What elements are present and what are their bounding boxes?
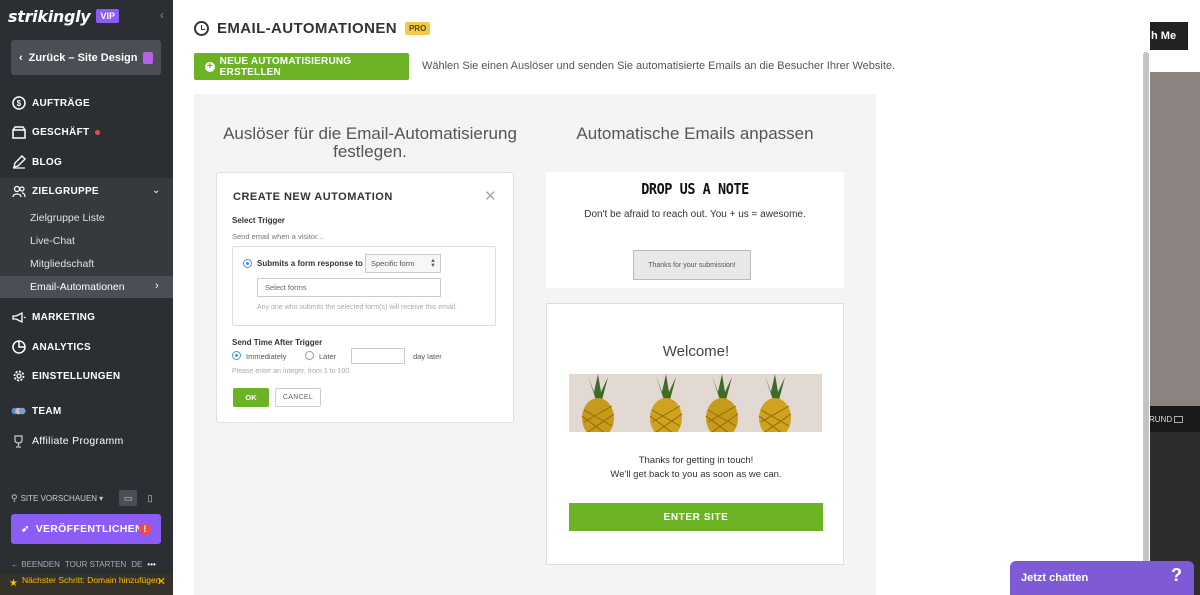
new-automation-button[interactable]: + NEUE AUTOMATISIERUNG ERSTELLEN bbox=[194, 53, 409, 80]
help-icon: ? bbox=[1171, 565, 1182, 585]
select-arrows-icon: ▲ ▼ bbox=[430, 258, 436, 269]
sidebar-item-zielgruppe[interactable]: ZIELGRUPPE bbox=[0, 183, 173, 199]
send-time-label: Send Time After Trigger bbox=[232, 338, 323, 347]
next-step-banner[interactable]: ★ Nächster Schritt: Domain hinzufügen ✕ bbox=[0, 574, 173, 595]
sidebar-sub-email-automationen[interactable]: Email-Automationen bbox=[30, 281, 125, 293]
pro-badge: PRO bbox=[404, 22, 431, 35]
select-trigger-label: Select Trigger bbox=[232, 216, 285, 225]
welcome-email-preview[interactable]: Welcome! Thanks for getting in touch! We… bbox=[546, 303, 844, 565]
search-icon: ⚲ bbox=[11, 492, 18, 503]
page-header: EMAIL-AUTOMATIONEN PRO bbox=[194, 20, 431, 37]
create-automation-card: CREATE NEW AUTOMATION ✕ Select Trigger S… bbox=[216, 172, 514, 423]
plus-icon: + bbox=[205, 60, 215, 72]
tour-link[interactable]: TOUR STARTEN bbox=[65, 560, 126, 569]
bottom-links: ← BEENDEN TOUR STARTEN DE ••• bbox=[11, 560, 156, 569]
send-when-label: Send email when a visitor... bbox=[232, 232, 324, 241]
days-input[interactable] bbox=[351, 348, 405, 364]
clock-icon bbox=[194, 21, 209, 36]
sidebar-item-geschaeft[interactable]: GESCHÄFT bbox=[0, 124, 173, 140]
store-icon bbox=[11, 125, 26, 140]
sidebar: strikingly VIP ‹ ‹ Zurück – Site Design … bbox=[0, 0, 173, 595]
enter-site-button: ENTER SITE bbox=[569, 503, 823, 531]
more-icon[interactable]: ••• bbox=[147, 560, 155, 569]
chevron-down-icon[interactable]: ⌄ bbox=[152, 185, 160, 196]
background-strip: RUND bbox=[1145, 406, 1200, 432]
note-button: Thanks for your submission! bbox=[633, 250, 751, 280]
welcome-message: Thanks for getting in touch! We'll get b… bbox=[610, 455, 782, 480]
close-icon[interactable]: ✕ bbox=[157, 577, 166, 588]
gear-icon bbox=[11, 369, 26, 384]
sidebar-sub-zielgruppe-liste[interactable]: Zielgruppe Liste bbox=[30, 212, 105, 224]
publish-button[interactable]: ➶ VERÖFFENTLICHEN ! bbox=[11, 514, 161, 544]
day-later-label: day later bbox=[413, 352, 442, 361]
submit-form-label: Submits a form response to bbox=[257, 259, 363, 268]
star-icon: ★ bbox=[9, 578, 18, 589]
sidebar-sub-mitgliedschaft[interactable]: Mitgliedschaft bbox=[30, 258, 94, 270]
later-label: Later bbox=[319, 352, 337, 361]
exit-link[interactable]: ← BEENDEN bbox=[11, 560, 60, 569]
sidebar-sub-live-chat[interactable]: Live-Chat bbox=[30, 235, 75, 247]
vip-badge: VIP bbox=[96, 9, 119, 23]
trigger-option-box: Submits a form response to Specific form… bbox=[232, 246, 496, 326]
chevron-left-icon: ‹ bbox=[19, 51, 23, 64]
rocket-icon: ➶ bbox=[21, 523, 30, 535]
dollar-circle-icon: $ bbox=[11, 96, 26, 111]
pie-chart-icon bbox=[11, 340, 26, 355]
language-link[interactable]: DE bbox=[131, 560, 142, 569]
megaphone-icon bbox=[11, 310, 26, 325]
sidebar-item-team[interactable]: TEAM bbox=[0, 403, 173, 419]
trigger-column-title: Auslöser für die Email-Automatisierung f… bbox=[223, 124, 517, 161]
mobile-icon[interactable]: ▯ bbox=[141, 490, 159, 506]
team-icon bbox=[11, 404, 26, 419]
scrollbar[interactable] bbox=[1143, 52, 1149, 572]
svg-text:$: $ bbox=[16, 99, 21, 108]
sidebar-item-marketing[interactable]: MARKETING bbox=[0, 309, 173, 325]
immediately-label: Immediately bbox=[246, 352, 287, 361]
sidebar-item-auftraege[interactable]: $ AUFTRÄGE bbox=[0, 95, 173, 111]
close-icon[interactable]: ✕ bbox=[484, 187, 497, 205]
pineapple-image bbox=[569, 374, 822, 432]
warning-icon: ! bbox=[139, 523, 151, 535]
later-radio[interactable] bbox=[305, 351, 314, 360]
welcome-title: Welcome! bbox=[662, 343, 730, 360]
design-icon bbox=[143, 51, 154, 64]
drop-note-email-preview[interactable]: DROP US A NOTE Don't be afraid to reach … bbox=[546, 172, 844, 288]
cancel-button[interactable]: CANCEL bbox=[275, 388, 321, 407]
back-to-site-design-button[interactable]: ‹ Zurück – Site Design bbox=[11, 40, 161, 75]
chat-widget[interactable]: Jetzt chatten ? bbox=[1010, 561, 1194, 595]
sidebar-item-analytics[interactable]: ANALYTICS bbox=[0, 339, 173, 355]
desktop-icon[interactable]: ▭ bbox=[119, 490, 138, 506]
back-label: Zurück – Site Design bbox=[28, 51, 138, 64]
background-touch-button[interactable]: h Me bbox=[1150, 22, 1188, 50]
immediately-radio[interactable] bbox=[232, 351, 241, 360]
page-description: Wählen Sie einen Auslöser und senden Sie… bbox=[422, 60, 896, 72]
page-title: EMAIL-AUTOMATIONEN bbox=[217, 20, 397, 37]
site-preview-row: ⚲ SITE VORSCHAUEN ▾ ▭ ▯ bbox=[11, 490, 161, 506]
sidebar-item-einstellungen[interactable]: EINSTELLUNGEN bbox=[0, 368, 173, 384]
emails-column-title: Automatische Emails anpassen bbox=[576, 124, 814, 143]
note-subtitle: Don't be afraid to reach out. You + us =… bbox=[584, 209, 806, 220]
caret-down-icon: ▾ bbox=[99, 493, 104, 503]
note-title: DROP US A NOTE bbox=[641, 180, 749, 198]
site-preview-dropdown[interactable]: SITE VORSCHAUEN bbox=[21, 494, 97, 503]
ok-button[interactable]: OK bbox=[233, 388, 269, 407]
forms-hint: Any one who submits the selected form(s)… bbox=[257, 304, 457, 311]
collapse-sidebar-icon[interactable]: ‹ bbox=[160, 8, 164, 22]
logo[interactable]: strikingly bbox=[8, 7, 91, 26]
people-icon bbox=[11, 184, 26, 199]
brand: strikingly VIP bbox=[8, 6, 119, 26]
notification-dot bbox=[95, 129, 101, 135]
chevron-right-icon: › bbox=[155, 280, 159, 292]
card-title: CREATE NEW AUTOMATION bbox=[233, 191, 393, 203]
form-type-select[interactable]: Specific form ▲ ▼ bbox=[365, 254, 441, 273]
trophy-icon bbox=[11, 434, 26, 449]
sidebar-item-affiliate[interactable]: Affiliate Programm bbox=[0, 433, 173, 449]
submit-form-radio[interactable] bbox=[243, 259, 252, 268]
pen-icon bbox=[11, 155, 26, 170]
select-forms-input[interactable]: Select forms bbox=[257, 278, 441, 297]
sidebar-item-blog[interactable]: BLOG bbox=[0, 154, 173, 170]
integer-hint: Please enter an integer, from 1 to 100. bbox=[232, 368, 352, 375]
